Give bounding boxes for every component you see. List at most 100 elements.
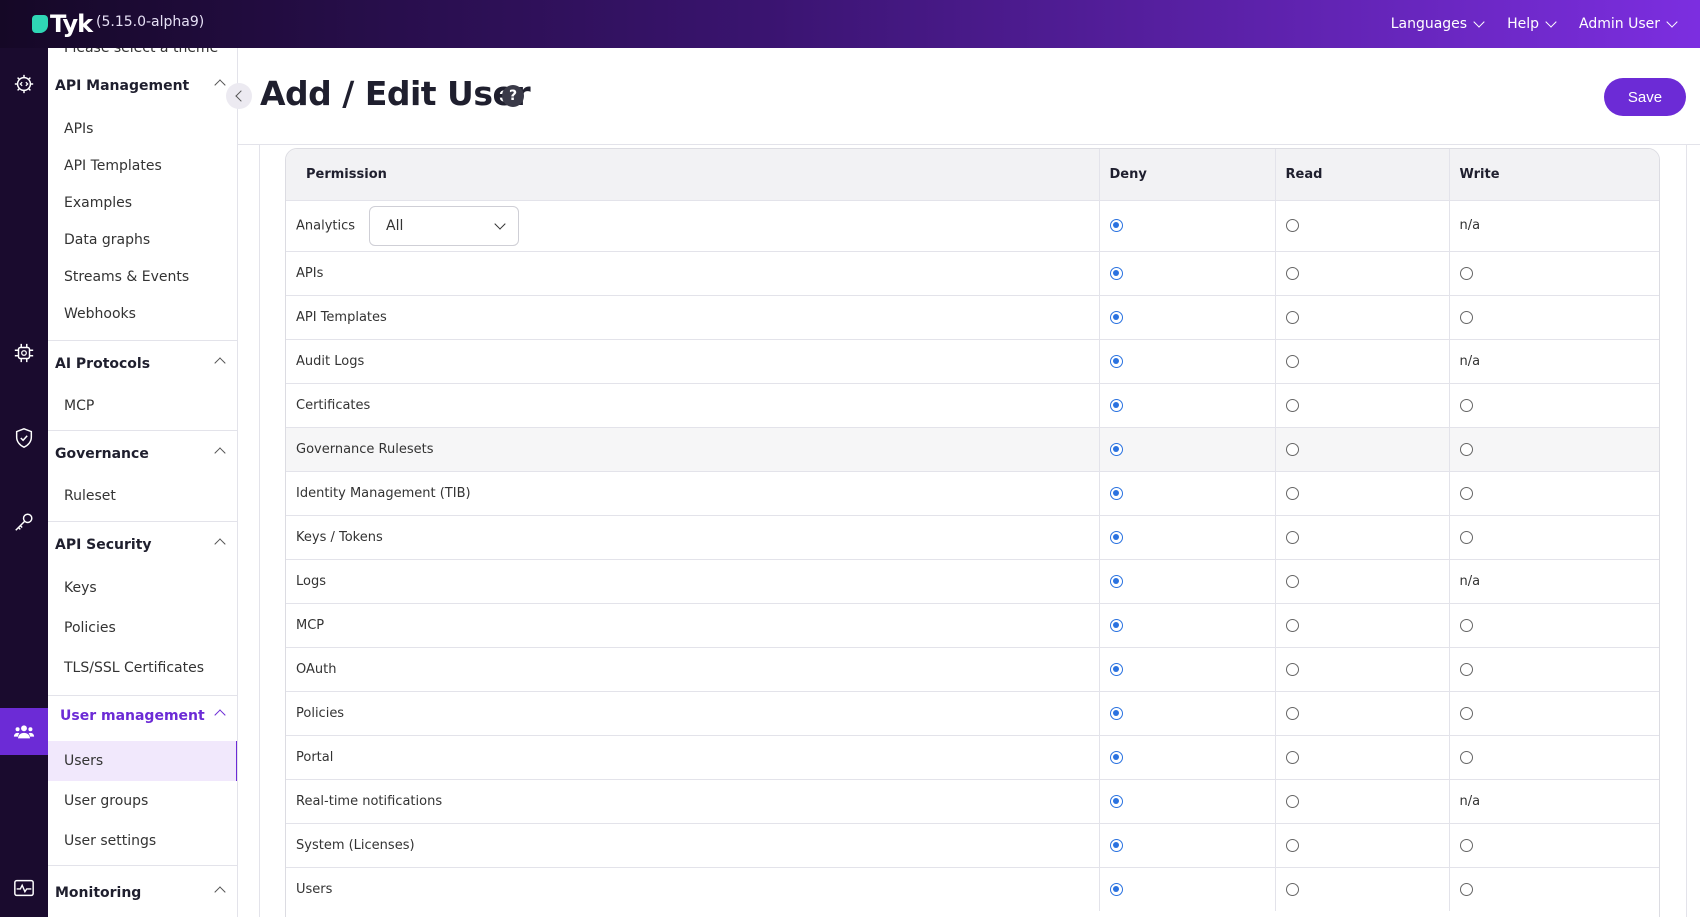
sidebar-item-ruleset[interactable]: Ruleset <box>48 476 237 516</box>
rail-api-management[interactable] <box>0 65 48 103</box>
permission-deny-radio[interactable] <box>1109 574 1123 588</box>
sidebar-section-governance[interactable]: Governance <box>48 434 237 474</box>
permission-write-radio[interactable] <box>1459 750 1473 764</box>
permission-write-radio[interactable] <box>1459 398 1473 412</box>
permission-read-radio[interactable] <box>1285 310 1299 324</box>
permission-read-cell <box>1274 382 1449 427</box>
section-title: API Management <box>55 78 190 94</box>
permission-read-cell <box>1274 514 1449 559</box>
permission-deny-radio[interactable] <box>1109 882 1123 896</box>
permission-deny-radio[interactable] <box>1109 354 1123 368</box>
rail-ai-protocols[interactable] <box>0 334 48 372</box>
permission-deny-radio[interactable] <box>1109 750 1123 764</box>
logo-text: Tyk <box>50 10 93 38</box>
permission-write-radio[interactable] <box>1459 486 1473 500</box>
help-menu[interactable]: Help <box>1507 16 1557 32</box>
key-icon <box>15 513 33 531</box>
permission-deny-radio[interactable] <box>1109 398 1123 412</box>
permission-read-radio[interactable] <box>1285 398 1299 412</box>
permission-read-radio[interactable] <box>1285 750 1299 764</box>
permission-read-radio[interactable] <box>1285 354 1299 368</box>
permission-write-radio[interactable] <box>1459 662 1473 676</box>
permission-read-radio[interactable] <box>1285 574 1299 588</box>
sidebar-section-user-management[interactable]: User management <box>48 696 237 736</box>
permission-deny-radio[interactable] <box>1109 310 1123 324</box>
rail-governance[interactable] <box>0 419 48 457</box>
permission-deny-radio[interactable] <box>1109 219 1123 232</box>
sidebar-section-monitoring[interactable]: Monitoring <box>48 873 237 913</box>
sidebar-item-mcp[interactable]: MCP <box>48 386 237 426</box>
permission-write-radio[interactable] <box>1459 266 1473 280</box>
permission-name-cell: Policies <box>286 690 1099 735</box>
collapse-sidebar-button[interactable] <box>226 83 252 109</box>
permission-write-radio[interactable] <box>1459 530 1473 544</box>
sidebar-item-user-settings[interactable]: User settings <box>48 821 237 861</box>
permission-deny-radio[interactable] <box>1109 662 1123 676</box>
tyk-logo[interactable]: Tyk <box>32 10 93 38</box>
languages-menu[interactable]: Languages <box>1391 16 1485 32</box>
permission-deny-radio[interactable] <box>1109 442 1123 456</box>
permission-write-cell <box>1448 294 1659 339</box>
permission-read-radio[interactable] <box>1285 618 1299 632</box>
sidebar-item-examples[interactable]: Examples <box>48 183 237 223</box>
sidebar-item-users[interactable]: Users <box>48 741 237 781</box>
permission-write-cell <box>1448 426 1659 471</box>
permission-deny-radio[interactable] <box>1109 794 1123 808</box>
permission-read-radio[interactable] <box>1285 266 1299 280</box>
sidebar-item-policies[interactable]: Policies <box>48 608 237 648</box>
permission-read-radio[interactable] <box>1285 838 1299 852</box>
permission-read-radio[interactable] <box>1285 662 1299 676</box>
sidebar-item-user-groups[interactable]: User groups <box>48 781 237 821</box>
permission-deny-radio[interactable] <box>1109 838 1123 852</box>
permission-read-cell <box>1274 470 1449 515</box>
rail-user-management[interactable] <box>0 708 48 755</box>
shield-check-icon <box>15 428 33 448</box>
permission-write-radio[interactable] <box>1459 882 1473 896</box>
sidebar-item-partial[interactable]: Please select a theme <box>64 48 218 56</box>
permission-read-radio[interactable] <box>1285 530 1299 544</box>
help-icon[interactable]: ? <box>502 85 524 107</box>
permission-write-cell <box>1448 250 1659 295</box>
permission-deny-radio[interactable] <box>1109 266 1123 280</box>
rail-monitoring[interactable] <box>0 869 48 907</box>
permission-write-radio[interactable] <box>1459 838 1473 852</box>
sidebar-item-api-templates[interactable]: API Templates <box>48 146 237 186</box>
analytics-scope-select[interactable]: All <box>369 205 520 246</box>
permission-name: Portal <box>296 749 334 765</box>
permission-read-radio[interactable] <box>1285 219 1299 232</box>
permission-deny-cell <box>1098 734 1275 779</box>
permission-deny-radio[interactable] <box>1109 706 1123 720</box>
permission-read-radio[interactable] <box>1285 882 1299 896</box>
permission-read-radio[interactable] <box>1285 486 1299 500</box>
top-bar: Tyk (5.15.0-alpha9) Languages Help Admin… <box>0 0 1700 48</box>
permission-read-radio[interactable] <box>1285 706 1299 720</box>
sidebar-section-api-security[interactable]: API Security <box>48 525 237 565</box>
permission-write-radio[interactable] <box>1459 310 1473 324</box>
permission-name: Logs <box>296 573 326 589</box>
sidebar-item-apis[interactable]: APIs <box>48 109 237 149</box>
sidebar-item-webhooks[interactable]: Webhooks <box>48 294 237 334</box>
permission-name: Keys / Tokens <box>296 529 383 545</box>
permission-write-radio[interactable] <box>1459 706 1473 720</box>
section-title: User management <box>60 708 205 724</box>
sidebar-item-streams-events[interactable]: Streams & Events <box>48 257 237 297</box>
permission-read-radio[interactable] <box>1285 794 1299 808</box>
sidebar-item-data-graphs[interactable]: Data graphs <box>48 220 237 260</box>
permission-read-cell <box>1274 866 1449 911</box>
save-button[interactable]: Save <box>1604 78 1686 116</box>
permission-read-radio[interactable] <box>1285 442 1299 456</box>
permission-write-radio[interactable] <box>1459 618 1473 632</box>
user-menu[interactable]: Admin User <box>1579 16 1678 32</box>
sidebar-section-api-management[interactable]: API Management <box>48 66 237 106</box>
permission-name: OAuth <box>296 661 337 677</box>
permission-read-cell <box>1274 426 1449 471</box>
permission-deny-radio[interactable] <box>1109 618 1123 632</box>
permission-write-radio[interactable] <box>1459 442 1473 456</box>
sidebar-section-ai-protocols[interactable]: AI Protocols <box>48 344 237 384</box>
permission-read-cell <box>1274 250 1449 295</box>
permission-deny-radio[interactable] <box>1109 486 1123 500</box>
rail-api-security[interactable] <box>0 503 48 541</box>
sidebar-item-keys[interactable]: Keys <box>48 568 237 608</box>
sidebar-item-tls-ssl-certificates[interactable]: TLS/SSL Certificates <box>48 648 237 688</box>
permission-deny-radio[interactable] <box>1109 530 1123 544</box>
